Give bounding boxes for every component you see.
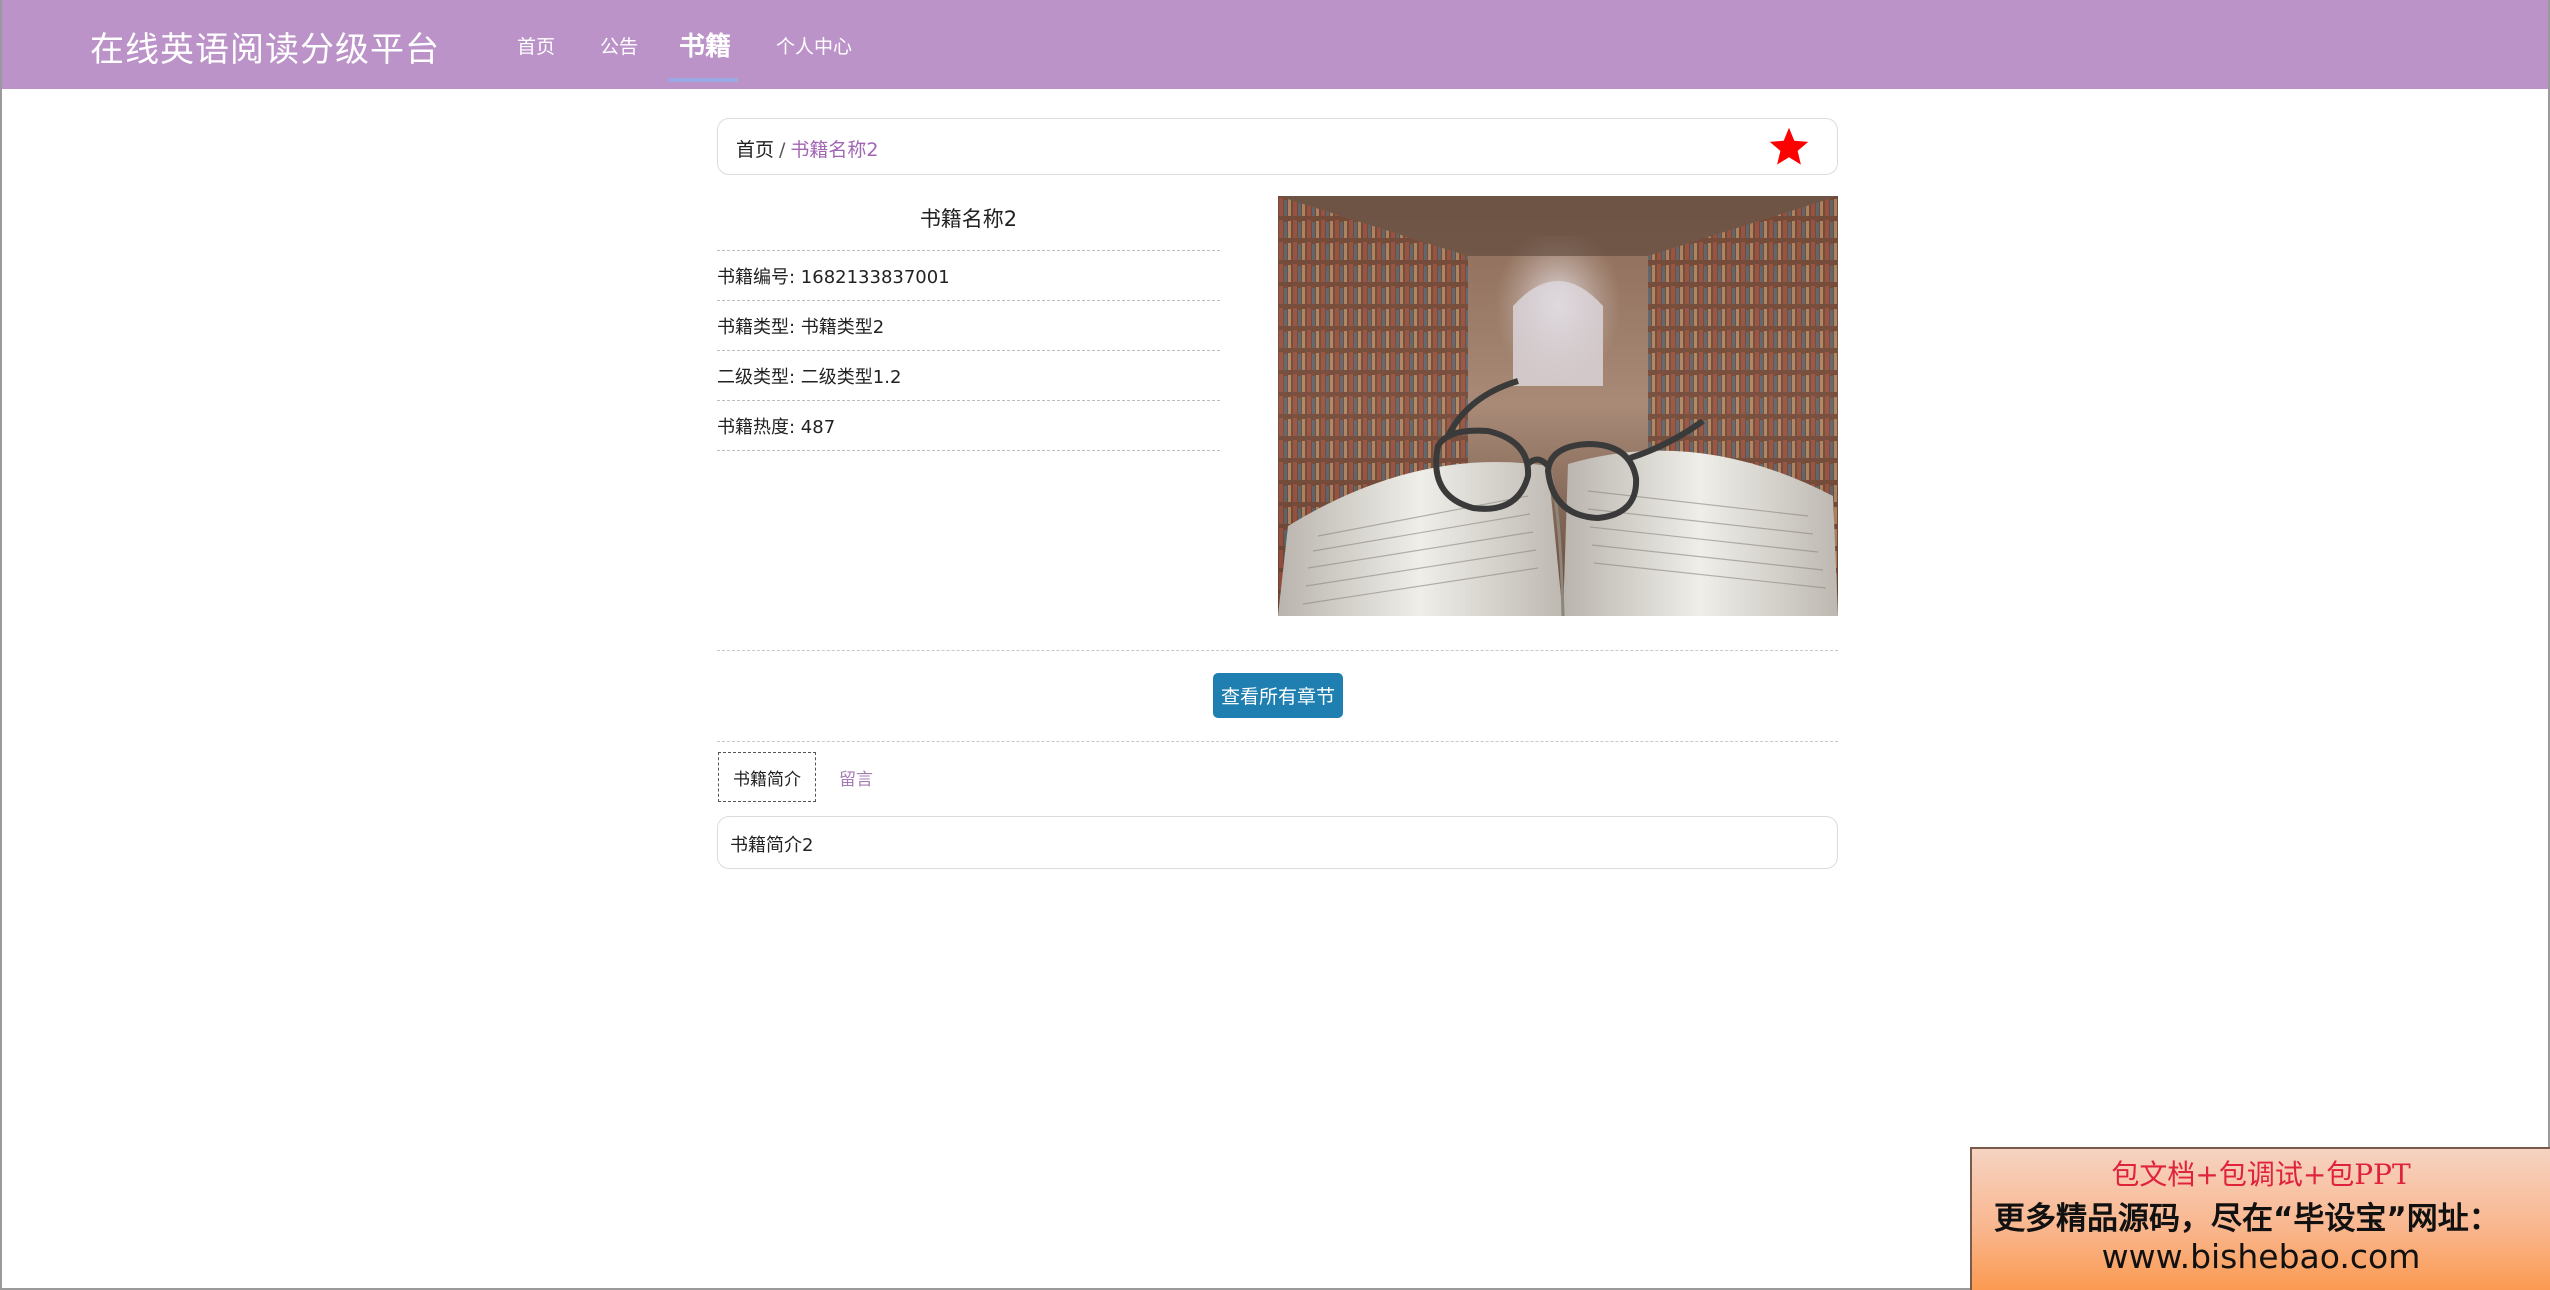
breadcrumb-home[interactable]: 首页 [736,139,774,161]
site-brand[interactable]: 在线英语阅读分级平台 [90,22,440,71]
book-title: 书籍名称2 [919,207,1018,231]
promo-banner[interactable]: 包文档+包调试+包PPT 更多精品源码，尽在“毕设宝”网址： www.bishe… [1970,1147,2550,1290]
promo-url[interactable]: www.bishebao.com [1972,1237,2550,1276]
tab-book-intro[interactable]: 书籍简介 [718,752,816,802]
favorite-star-icon[interactable] [1767,125,1811,169]
book-field-popularity: 书籍热度: 487 [717,400,1220,450]
book-field-id: 书籍编号: 1682133837001 [717,250,1220,300]
nav-user-center[interactable]: 个人中心 [776,32,852,59]
info-divider [717,450,1220,451]
open-book-with-glasses-photo-icon [1278,196,1838,616]
page: 在线英语阅读分级平台 首页 公告 书籍 个人中心 首页 / 书籍名称2 书籍名称2 … [0,0,2550,1290]
nav-home[interactable]: 首页 [517,32,555,59]
top-navbar: 在线英语阅读分级平台 首页 公告 书籍 个人中心 [2,0,2548,89]
nav-notice[interactable]: 公告 [600,32,638,59]
tab-comments[interactable]: 留言 [828,752,884,802]
section-divider-top [717,650,1838,651]
section-divider-bottom [717,741,1838,742]
view-all-chapters-button[interactable]: 查看所有章节 [1213,673,1343,718]
promo-line-2: 更多精品源码，尽在“毕设宝”网址： [1994,1201,2500,1237]
book-cover-image [1278,196,1838,616]
breadcrumb-current: 书籍名称2 [790,139,879,161]
breadcrumb-bar: 首页 / 书籍名称2 [717,118,1838,175]
book-field-subtype: 二级类型: 二级类型1.2 [717,350,1220,400]
nav-active-indicator [668,78,738,82]
breadcrumb-separator: / [779,139,786,161]
breadcrumb: 首页 / 书籍名称2 [736,135,879,162]
book-field-type: 书籍类型: 书籍类型2 [717,300,1220,350]
promo-line-1: 包文档+包调试+包PPT [2111,1158,2411,1191]
nav-books[interactable]: 书籍 [679,26,731,63]
book-intro-content: 书籍简介2 [717,816,1838,869]
